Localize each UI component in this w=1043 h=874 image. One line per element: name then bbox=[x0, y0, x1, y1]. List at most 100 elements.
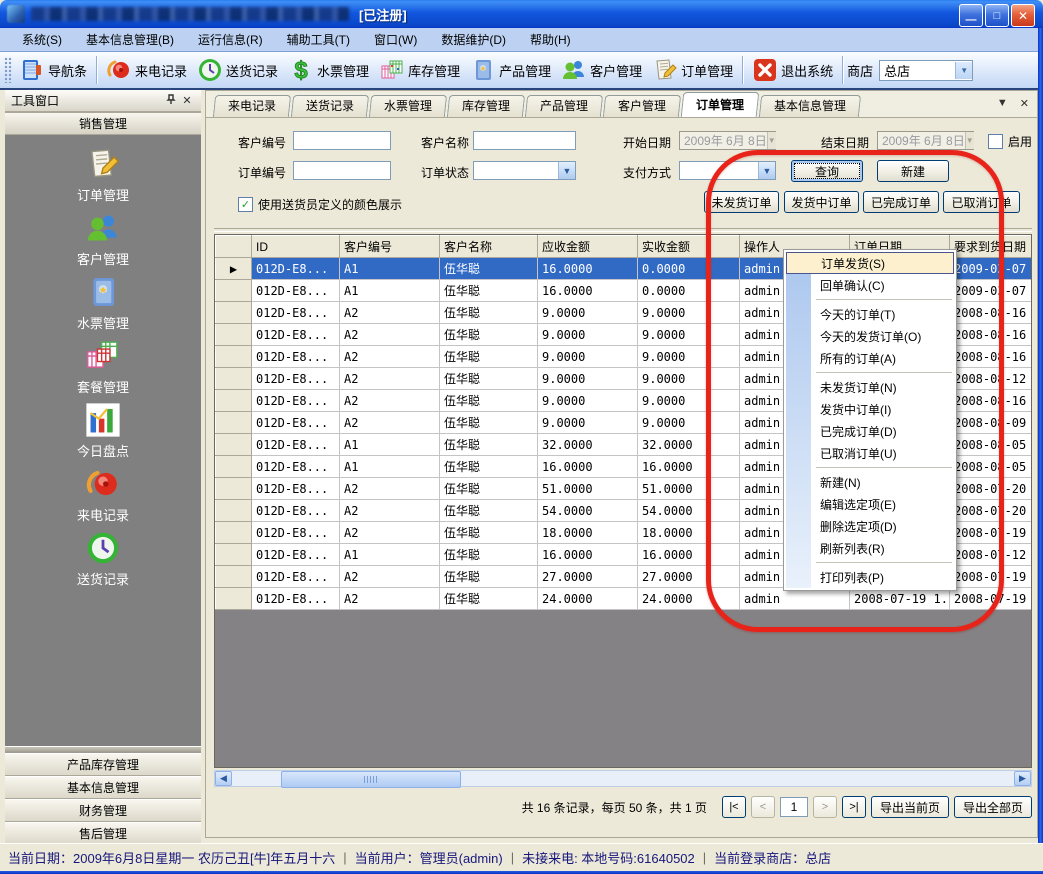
context-menu-item[interactable]: 编辑选定项(E) bbox=[786, 493, 954, 515]
col-id[interactable]: ID bbox=[252, 236, 340, 258]
cell-required-date[interactable]: 2008-08-16 1... bbox=[950, 324, 1033, 346]
sidebar-item-daily-inventory[interactable]: 今日盘点 bbox=[5, 396, 201, 460]
sidebar-item-package-management[interactable]: 套餐管理 bbox=[5, 332, 201, 396]
last-page-button[interactable]: >| bbox=[842, 796, 866, 818]
context-menu-item[interactable]: 发货中订单(I) bbox=[786, 398, 954, 420]
row-selector[interactable] bbox=[216, 434, 252, 456]
filter-shipping-button[interactable]: 发货中订单 bbox=[784, 191, 859, 213]
context-menu-item[interactable]: 已完成订单(D) bbox=[786, 420, 954, 442]
cell-customer-code[interactable]: A2 bbox=[340, 588, 440, 610]
enable-checkbox[interactable]: 启用 bbox=[988, 133, 1032, 150]
cell-receivable[interactable]: 27.0000 bbox=[538, 566, 638, 588]
tab-close-icon[interactable]: ✕ bbox=[1020, 97, 1029, 110]
cell-receivable[interactable]: 9.0000 bbox=[538, 324, 638, 346]
menu-item[interactable]: 窗口(W) bbox=[362, 28, 429, 51]
row-selector[interactable] bbox=[216, 544, 252, 566]
query-button[interactable]: 查询 bbox=[791, 160, 863, 182]
cell-required-date[interactable]: 2008-07-20 1... bbox=[950, 478, 1033, 500]
cell-customer-name[interactable]: 伍华聪 bbox=[440, 346, 538, 368]
sidebar-item-customer-management[interactable]: 客户管理 bbox=[5, 204, 201, 268]
cell-id[interactable]: 012D-E8... bbox=[252, 566, 340, 588]
cell-receivable[interactable]: 9.0000 bbox=[538, 390, 638, 412]
cell-required-date[interactable]: 2008-08-16 1... bbox=[950, 346, 1033, 368]
menu-item[interactable]: 帮助(H) bbox=[518, 28, 583, 51]
cell-customer-code[interactable]: A2 bbox=[340, 302, 440, 324]
context-menu-item[interactable]: 删除选定项(D) bbox=[786, 515, 954, 537]
scrollbar-thumb[interactable] bbox=[281, 771, 461, 788]
cell-customer-name[interactable]: 伍华聪 bbox=[440, 280, 538, 302]
context-menu-item[interactable]: 已取消订单(U) bbox=[786, 442, 954, 464]
cell-received[interactable]: 54.0000 bbox=[638, 500, 740, 522]
col-required-date[interactable]: 要求到货日期 bbox=[950, 236, 1033, 258]
cell-receivable[interactable]: 16.0000 bbox=[538, 258, 638, 280]
sidebar-group-finance[interactable]: 财务管理 bbox=[5, 799, 201, 822]
cell-customer-code[interactable]: A2 bbox=[340, 566, 440, 588]
customer-code-input[interactable] bbox=[293, 131, 391, 150]
context-menu-item[interactable]: 今天的发货订单(O) bbox=[786, 325, 954, 347]
toolbar-exit-button[interactable]: 退出系统 bbox=[747, 55, 838, 85]
cell-id[interactable]: 012D-E8... bbox=[252, 500, 340, 522]
row-selector[interactable] bbox=[216, 324, 252, 346]
customer-name-input[interactable] bbox=[473, 131, 576, 150]
prev-page-button[interactable]: < bbox=[751, 796, 775, 818]
row-selector[interactable] bbox=[216, 368, 252, 390]
toolbar-water-ticket-button[interactable]: $ 水票管理 bbox=[283, 55, 374, 85]
row-selector[interactable] bbox=[216, 302, 252, 324]
cell-received[interactable]: 24.0000 bbox=[638, 588, 740, 610]
tab-8[interactable]: 基本信息管理 bbox=[759, 95, 861, 117]
scroll-right-icon[interactable]: ▶ bbox=[1014, 771, 1031, 786]
cell-customer-code[interactable]: A2 bbox=[340, 390, 440, 412]
context-menu-item[interactable]: 新建(N) bbox=[786, 471, 954, 493]
cell-received[interactable]: 18.0000 bbox=[638, 522, 740, 544]
cell-receivable[interactable]: 18.0000 bbox=[538, 522, 638, 544]
cell-receivable[interactable]: 16.0000 bbox=[538, 456, 638, 478]
cell-customer-code[interactable]: A1 bbox=[340, 544, 440, 566]
row-selector[interactable] bbox=[216, 280, 252, 302]
cell-customer-name[interactable]: 伍华聪 bbox=[440, 566, 538, 588]
end-date-picker[interactable]: 2009年 6月 8日▼ bbox=[877, 131, 974, 150]
tab-2[interactable]: 送货记录 bbox=[291, 95, 369, 117]
cell-id[interactable]: 012D-E8... bbox=[252, 302, 340, 324]
start-date-picker[interactable]: 2009年 6月 8日▼ bbox=[679, 131, 776, 150]
col-customer-code[interactable]: 客户编号 bbox=[340, 236, 440, 258]
cell-received[interactable]: 51.0000 bbox=[638, 478, 740, 500]
maximize-button[interactable]: □ bbox=[985, 4, 1009, 27]
cell-received[interactable]: 0.0000 bbox=[638, 258, 740, 280]
cell-customer-code[interactable]: A2 bbox=[340, 522, 440, 544]
cell-received[interactable]: 9.0000 bbox=[638, 412, 740, 434]
sidebar-item-order-management[interactable]: 订单管理 bbox=[5, 140, 201, 204]
cell-required-date[interactable]: 2008-08-09 2... bbox=[950, 412, 1033, 434]
cell-id[interactable]: 012D-E8... bbox=[252, 434, 340, 456]
first-page-button[interactable]: |< bbox=[722, 796, 746, 818]
context-menu-item[interactable]: 回单确认(C) bbox=[786, 274, 954, 296]
cell-id[interactable]: 012D-E8... bbox=[252, 368, 340, 390]
cell-receivable[interactable]: 16.0000 bbox=[538, 544, 638, 566]
toolbar-inventory-button[interactable]: 库存管理 bbox=[374, 55, 465, 85]
cell-receivable[interactable]: 9.0000 bbox=[538, 368, 638, 390]
close-icon[interactable]: ✕ bbox=[179, 94, 195, 107]
cell-received[interactable]: 9.0000 bbox=[638, 390, 740, 412]
cell-customer-code[interactable]: A2 bbox=[340, 412, 440, 434]
cell-id[interactable]: 012D-E8... bbox=[252, 478, 340, 500]
sidebar-group-after-sales[interactable]: 售后管理 bbox=[5, 822, 201, 845]
pay-method-select[interactable]: ▼ bbox=[679, 161, 776, 180]
cell-customer-name[interactable]: 伍华聪 bbox=[440, 434, 538, 456]
cell-id[interactable]: 012D-E8... bbox=[252, 522, 340, 544]
context-menu-item[interactable]: 所有的订单(A) bbox=[786, 347, 954, 369]
cell-customer-name[interactable]: 伍华聪 bbox=[440, 588, 538, 610]
row-selector[interactable] bbox=[216, 522, 252, 544]
row-selector[interactable] bbox=[216, 566, 252, 588]
row-selector[interactable]: ▶ bbox=[216, 258, 252, 280]
cell-required-date[interactable]: 2008-07-20 1... bbox=[950, 500, 1033, 522]
cell-id[interactable]: 012D-E8... bbox=[252, 456, 340, 478]
cell-customer-code[interactable]: A1 bbox=[340, 280, 440, 302]
cell-required-date[interactable]: 2008-07-12 1... bbox=[950, 544, 1033, 566]
cell-required-date[interactable]: 2008-07-19 7:59 bbox=[950, 522, 1033, 544]
cell-customer-name[interactable]: 伍华聪 bbox=[440, 412, 538, 434]
row-selector[interactable] bbox=[216, 346, 252, 368]
cell-receivable[interactable]: 54.0000 bbox=[538, 500, 638, 522]
horizontal-scrollbar[interactable]: ◀ ▶ bbox=[214, 770, 1032, 787]
close-button[interactable]: ✕ bbox=[1011, 4, 1035, 27]
tab-7[interactable]: 订单管理 bbox=[681, 92, 760, 117]
cell-received[interactable]: 16.0000 bbox=[638, 456, 740, 478]
